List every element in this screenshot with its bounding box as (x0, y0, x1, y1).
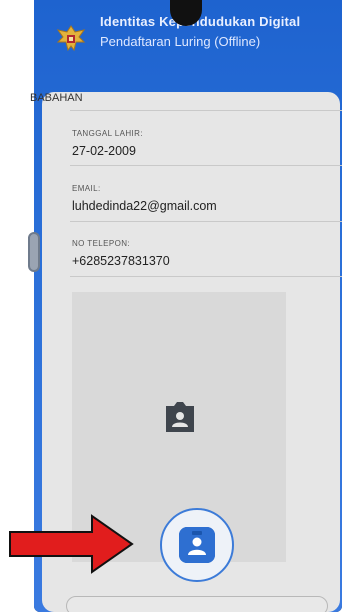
email-field[interactable]: EMAIL: luhdedinda22@gmail.com (72, 184, 342, 213)
birth-date-value: 27-02-2009 (72, 144, 136, 158)
app-subtitle: Pendaftaran Luring (Offline) (100, 34, 261, 49)
garuda-emblem-icon (56, 25, 86, 52)
birth-date-label: TANGGAL LAHIR: (72, 129, 143, 138)
bottom-button-partial[interactable] (66, 596, 328, 612)
phone-value: +6285237831370 (72, 254, 170, 268)
camera-capture-button[interactable] (160, 508, 234, 582)
side-handle[interactable] (28, 232, 40, 272)
phone-field[interactable]: NO TELEPON: +6285237831370 (72, 239, 342, 268)
previous-field-value: BABAHAN (30, 92, 83, 104)
camera-icon (166, 402, 194, 432)
email-label: EMAIL: (72, 184, 101, 193)
birth-date-field[interactable]: TANGGAL LAHIR: 27-02-2009 (72, 129, 342, 158)
divider (70, 165, 342, 166)
camera-icon (179, 527, 215, 563)
divider (70, 221, 342, 222)
divider (70, 276, 342, 277)
divider (70, 110, 342, 111)
arrow-right-icon (9, 514, 134, 574)
phone-label: NO TELEPON: (72, 239, 131, 248)
email-value: luhdedinda22@gmail.com (72, 199, 217, 213)
